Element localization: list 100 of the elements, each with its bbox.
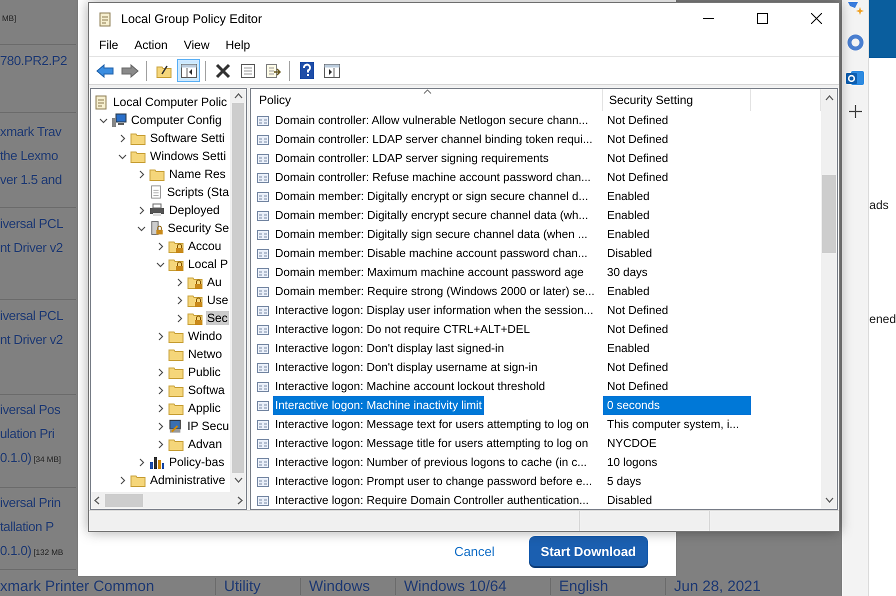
tree-item[interactable]: Public [187, 365, 222, 379]
policy-icon [257, 134, 269, 146]
policy-name[interactable]: Domain member: Maximum machine account password age [273, 263, 586, 282]
toolbar-button[interactable] [177, 59, 200, 82]
policy-name[interactable]: Interactive logon: Number of previous logons to cache (in c... [273, 453, 589, 472]
scroll-icon [97, 10, 113, 26]
policy-name[interactable]: Interactive logon: Don't display last signed-in [273, 339, 506, 358]
menu-item[interactable]: File [91, 36, 126, 54]
menu-item[interactable]: Help [218, 36, 258, 54]
tree-item[interactable]: Accou [187, 239, 222, 253]
tree-item[interactable]: IP Secu [186, 419, 230, 433]
action-pane-icon [324, 64, 340, 78]
scroll-thumb[interactable] [232, 103, 244, 473]
sparkle-icon[interactable] [846, 2, 864, 16]
tree-item[interactable]: Softwa [187, 383, 226, 397]
policy-icon [257, 476, 269, 488]
scrollbar[interactable] [230, 89, 246, 492]
policy-name[interactable]: Domain controller: LDAP server signing requirements [273, 149, 551, 168]
server-lock-icon [149, 220, 164, 236]
chevron-icon[interactable] [156, 332, 164, 340]
chevron-icon[interactable] [136, 206, 146, 214]
policy-name[interactable]: Interactive logon: Machine account lockout threshold [273, 377, 548, 396]
cancel-link[interactable]: Cancel [454, 544, 495, 558]
chevron-icon[interactable] [118, 152, 126, 160]
tree-item[interactable]: Software Setti [149, 131, 226, 145]
chevron-icon[interactable] [136, 170, 146, 178]
policy-name[interactable]: Domain member: Disable machine account password chan... [273, 244, 590, 263]
tree-item[interactable]: Sec [206, 311, 229, 325]
policy-icon [257, 266, 269, 278]
tree-item[interactable]: Windows Setti [149, 149, 228, 163]
setting-value: Disabled [606, 246, 654, 262]
policy-name[interactable]: Interactive logon: Display user information when the session... [273, 301, 596, 320]
policy-name[interactable]: Interactive logon: Don't display username at sign-in [273, 358, 540, 377]
chevron-icon[interactable] [156, 368, 164, 376]
policy-icon [257, 456, 269, 468]
chevron-icon[interactable] [136, 224, 146, 232]
chevron-icon[interactable] [174, 314, 184, 322]
policy-name[interactable]: Domain member: Digitally encrypt or sign secure channel d... [273, 187, 590, 206]
column-header[interactable]: Security Setting [603, 89, 751, 111]
tree-item[interactable]: Netwo [187, 347, 224, 361]
ring-icon[interactable] [846, 34, 864, 51]
menu-item[interactable]: Action [126, 36, 176, 54]
tree-item[interactable]: Au [206, 275, 223, 289]
policy-name[interactable]: Domain controller: LDAP server channel binding token requi... [273, 130, 594, 149]
tree-item[interactable]: Advan [187, 437, 224, 451]
table-cell: Utility [215, 578, 300, 595]
scroll-down-icon[interactable] [234, 477, 242, 483]
tree-item[interactable]: Applic [187, 401, 222, 415]
policy-name[interactable]: Interactive logon: Prompt user to change password before e... [273, 472, 594, 491]
policy-name[interactable]: Domain controller: Refuse machine account password chan... [273, 168, 593, 187]
chevron-icon[interactable] [156, 404, 164, 412]
policy-name[interactable]: Interactive logon: Machine inactivity limit [273, 396, 484, 415]
policy-icon [257, 286, 269, 298]
tree-item[interactable]: Computer Config [130, 113, 223, 127]
tree-item[interactable]: Security Se [166, 221, 230, 235]
policy-name[interactable]: Interactive logon: Message text for users attempting to log on [273, 415, 591, 434]
scroll-up-icon[interactable] [234, 93, 242, 99]
chevron-icon[interactable] [98, 116, 108, 124]
chevron-icon[interactable] [118, 134, 126, 142]
setting-value: 0 seconds [603, 396, 751, 415]
tree-item[interactable]: Deployed [168, 203, 221, 217]
policy-name[interactable]: Domain controller: Allow vulnerable Netlogon secure chann... [273, 111, 590, 130]
start-download-button[interactable]: Start Download [528, 536, 648, 566]
chevron-icon[interactable] [174, 278, 184, 286]
scroll-thumb[interactable] [822, 175, 836, 253]
setting-value: Not Defined [606, 322, 670, 338]
chevron-icon[interactable] [174, 296, 184, 304]
chevron-icon[interactable] [156, 242, 164, 250]
menu-item[interactable]: View [176, 36, 218, 54]
policy-name[interactable]: Domain member: Digitally encrypt secure channel data (wh... [273, 206, 590, 225]
chevron-icon[interactable] [136, 458, 146, 466]
policy-icon [257, 114, 269, 126]
chevron-icon[interactable] [118, 476, 126, 484]
tree-item[interactable]: Use [206, 293, 230, 307]
plus-icon[interactable] [848, 105, 862, 118]
chevron-icon[interactable] [156, 260, 164, 268]
policy-name[interactable]: Domain member: Digitally sign secure channel data (when ... [273, 225, 590, 244]
scroll-up-icon[interactable] [824, 95, 834, 101]
tree-item[interactable]: Scripts (Sta [166, 185, 230, 199]
policy-name[interactable]: Interactive logon: Do not require CTRL+ALT+DEL [273, 320, 532, 339]
bar-chart-icon [149, 454, 165, 470]
tree-item[interactable]: Name Res [168, 167, 227, 181]
tree-item[interactable]: Administrative [149, 473, 226, 487]
scroll-thumb[interactable] [105, 494, 143, 507]
policy-name[interactable]: Interactive logon: Require Domain Controller authentication... [273, 491, 591, 509]
tree-item[interactable]: Policy-bas [168, 455, 226, 469]
policy-name[interactable]: Domain member: Require strong (Windows 2000 or later) se... [273, 282, 597, 301]
mail-app-icon[interactable] [846, 69, 864, 87]
horizontal-scrollbar[interactable] [91, 492, 246, 509]
column-header[interactable]: Policy [251, 89, 603, 111]
page-header [869, 0, 896, 58]
tree-item[interactable]: Local P [187, 257, 230, 271]
scroll-down-icon[interactable] [824, 497, 834, 503]
chevron-icon[interactable] [156, 422, 164, 430]
tree-item[interactable]: Windo [187, 329, 224, 343]
tree-item[interactable]: Local Computer Polic [112, 95, 228, 109]
policy-name[interactable]: Interactive logon: Message title for users attempting to log on [273, 434, 590, 453]
scrollbar[interactable] [821, 89, 837, 509]
chevron-icon[interactable] [156, 386, 164, 394]
chevron-icon[interactable] [156, 440, 164, 448]
